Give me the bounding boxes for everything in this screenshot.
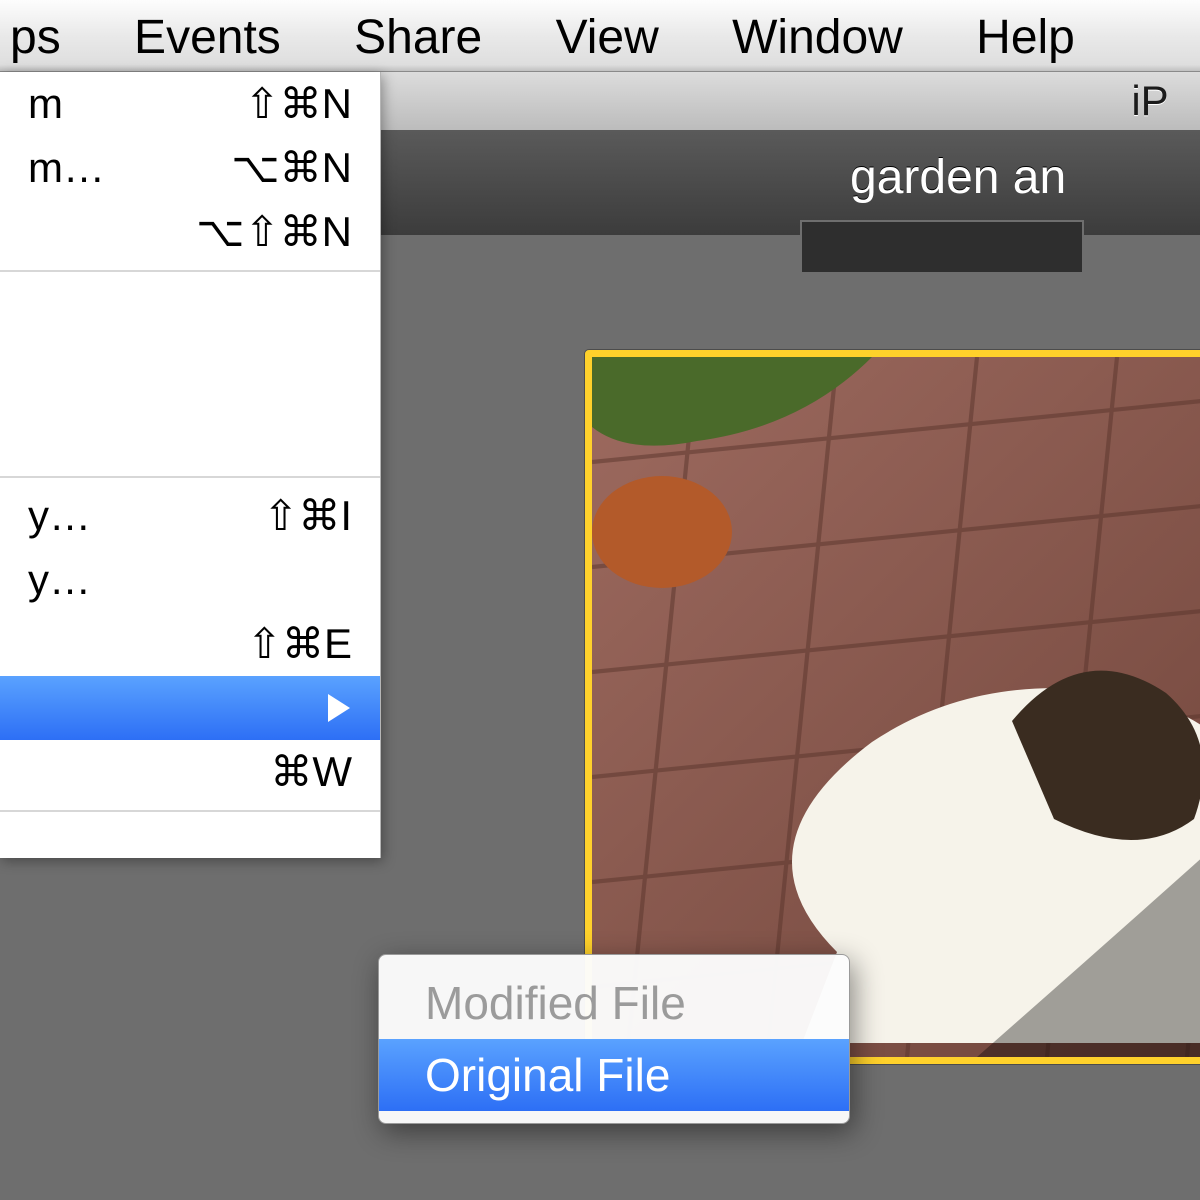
background-thumbnail xyxy=(800,220,1084,274)
menu-item-reveal-in-finder[interactable] xyxy=(0,676,380,740)
file-menu-dropdown: m ⇧⌘N m… ⌥⌘N ⌥⇧⌘N y… ⇧⌘I y… ⇧⌘E ⌘W xyxy=(0,72,381,858)
submenu-item-original-file[interactable]: Original File xyxy=(379,1039,849,1111)
menu-item-shortcut: ⌘W xyxy=(270,740,352,804)
menubar-item-view[interactable]: View xyxy=(526,0,689,72)
menu-item-new-3[interactable]: ⌥⇧⌘N xyxy=(0,200,380,264)
menu-item-trailing-1[interactable] xyxy=(0,818,380,858)
menu-item-shortcut: ⇧⌘N xyxy=(244,72,352,136)
menu-item-label: m xyxy=(28,72,63,136)
menu-item-export[interactable]: ⇧⌘E xyxy=(0,612,380,676)
submenu-item-label: Modified File xyxy=(425,977,686,1029)
submenu-arrow-icon xyxy=(328,694,350,722)
menubar-item-share[interactable]: Share xyxy=(324,0,512,72)
menubar-item-help[interactable]: Help xyxy=(946,0,1105,72)
menu-separator xyxy=(0,476,380,478)
mac-menu-bar: ps Events Share View Window Help xyxy=(0,0,1200,72)
menu-item-shortcut: ⌥⌘N xyxy=(231,136,352,200)
menu-item-label: y… xyxy=(28,484,91,548)
menu-item-blank-3[interactable] xyxy=(0,406,380,470)
submenu-item-label: Original File xyxy=(425,1049,670,1101)
menu-separator xyxy=(0,810,380,812)
menubar-item-window[interactable]: Window xyxy=(702,0,933,72)
menu-item-new-from[interactable]: m… ⌥⌘N xyxy=(0,136,380,200)
photo-image xyxy=(592,357,1200,1057)
menu-item-shortcut: ⇧⌘I xyxy=(263,484,352,548)
menubar-item-partial[interactable]: ps xyxy=(0,0,91,72)
submenu-item-modified-file: Modified File xyxy=(379,967,849,1039)
menu-item-label: m… xyxy=(28,136,105,200)
menu-item-shortcut: ⇧⌘E xyxy=(247,612,352,676)
menu-item-blank-1[interactable] xyxy=(0,278,380,342)
album-title: garden an xyxy=(850,151,1066,204)
menu-item-new-album[interactable]: m ⇧⌘N xyxy=(0,72,380,136)
menubar-item-events[interactable]: Events xyxy=(104,0,311,72)
menu-item-import-library[interactable]: y… ⇧⌘I xyxy=(0,484,380,548)
menu-separator xyxy=(0,270,380,272)
menu-item-blank-2[interactable] xyxy=(0,342,380,406)
window-title: iP xyxy=(1131,72,1168,130)
window-title-bar: iP xyxy=(380,72,1200,131)
menu-item-label: y… xyxy=(28,548,91,612)
menu-item-shortcut: ⌥⇧⌘N xyxy=(196,200,352,264)
menu-item-close-window[interactable]: ⌘W xyxy=(0,740,380,804)
menu-item-switch-library[interactable]: y… xyxy=(0,548,380,612)
reveal-submenu: Modified File Original File xyxy=(378,954,850,1124)
